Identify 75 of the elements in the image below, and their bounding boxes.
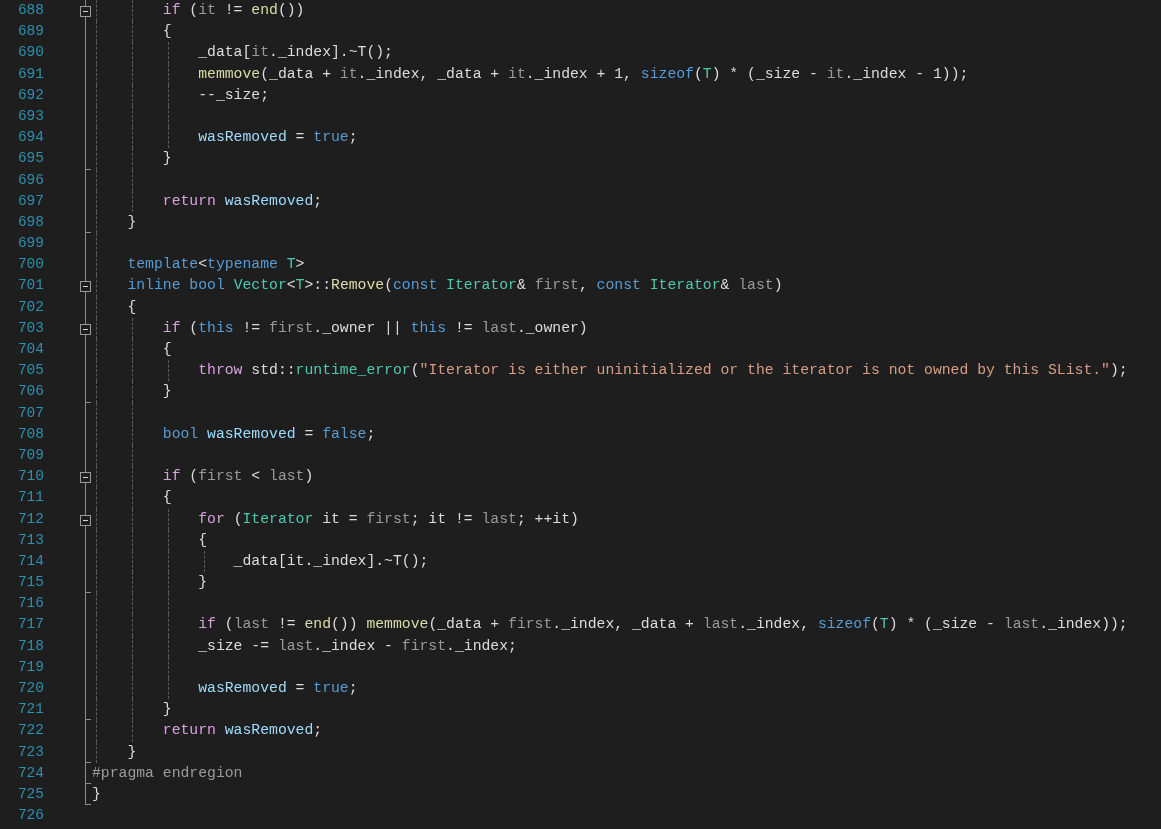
code-line: _data[it._index].~T(); (232, 551, 429, 571)
line-number: 717 (16, 615, 44, 635)
line-number: 696 (16, 170, 44, 190)
code-line: wasRemoved = true; (197, 679, 358, 698)
line-number: 692 (16, 85, 44, 105)
line-number: 707 (16, 403, 44, 423)
line-number: 700 (16, 255, 44, 275)
code-line: } (197, 573, 208, 593)
code-line: if (it != end()) (161, 1, 305, 20)
code-line: { (161, 22, 172, 42)
collapse-icon[interactable] (80, 281, 91, 293)
line-number: 697 (16, 191, 44, 211)
line-number: 689 (16, 22, 44, 42)
line-number: 690 (16, 43, 44, 63)
line-number: 714 (16, 551, 44, 571)
code-line: for (Iterator it = first; it != last; ++it) (197, 509, 579, 529)
code-line: template<typename T> (126, 255, 305, 275)
code-line: throw std::runtime_error("Iterator is either uninitialized or the iterator is not owned by this SList."); (197, 361, 1128, 381)
code-line: } (161, 700, 172, 720)
code-line: { (161, 340, 172, 359)
line-number: 709 (16, 445, 44, 465)
code-line: memmove(_data + it._index, _data + it._index + 1, sizeof(T) * (_size - it._index - 1)); (197, 64, 969, 84)
code-line: return wasRemoved; (161, 721, 323, 741)
collapse-icon[interactable] (80, 323, 91, 335)
code-line: { (197, 530, 208, 550)
line-number: 720 (16, 679, 44, 698)
code-line: } (161, 149, 172, 169)
code-line: _size -= last._index - first._index; (197, 636, 517, 656)
code-line: if (first < last) (161, 467, 314, 487)
line-number: 719 (16, 657, 44, 677)
code-line: } (126, 742, 137, 762)
code-line: inline bool Vector<T>::Remove(const Iterator& first, const Iterator& last) (126, 276, 783, 296)
line-number: 701 (16, 276, 44, 296)
line-number: 703 (16, 318, 44, 338)
line-number: 706 (16, 382, 44, 402)
collapse-icon[interactable] (80, 6, 91, 17)
line-number: 725 (16, 784, 44, 804)
collapse-icon[interactable] (80, 472, 91, 484)
line-number: 695 (16, 149, 44, 169)
line-number: 716 (16, 594, 44, 614)
code-line: { (126, 297, 137, 317)
code-line: if (last != end()) memmove(_data + first._index, _data + last._index, sizeof(T) * (_size - last._index)); (197, 615, 1128, 635)
code-line: { (161, 488, 172, 508)
line-number: 705 (16, 361, 44, 381)
line-number: 688 (16, 1, 44, 20)
line-number: 698 (16, 212, 44, 232)
line-number: 694 (16, 128, 44, 148)
line-number: 721 (16, 700, 44, 720)
line-number: 710 (16, 467, 44, 487)
line-number: 718 (16, 636, 44, 656)
code-line: --_size; (197, 85, 270, 105)
code-line: } (161, 382, 172, 402)
line-number: 699 (16, 234, 44, 254)
line-number: 723 (16, 742, 44, 762)
code-line: if (this != first._owner || this != last._owner) (161, 318, 588, 338)
code-line: } (126, 212, 137, 232)
code-line: } (92, 784, 101, 804)
code-line: wasRemoved = true; (197, 128, 358, 148)
line-number: 693 (16, 106, 44, 126)
line-number: 711 (16, 488, 44, 508)
code-line: _data[it._index].~T(); (197, 43, 393, 63)
code-line: bool wasRemoved = false; (161, 424, 376, 444)
line-number: 708 (16, 424, 44, 444)
line-number: 713 (16, 530, 44, 550)
line-number: 691 (16, 64, 44, 84)
code-line: #pragma endregion (92, 763, 243, 783)
line-number: 712 (16, 509, 44, 529)
collapse-icon[interactable] (80, 514, 91, 526)
line-number: 726 (16, 806, 44, 826)
line-number: 704 (16, 340, 44, 359)
line-number: 702 (16, 297, 44, 317)
line-number: 724 (16, 763, 44, 783)
line-number: 715 (16, 573, 44, 593)
code-line: return wasRemoved; (161, 191, 323, 211)
line-number: 722 (16, 721, 44, 741)
